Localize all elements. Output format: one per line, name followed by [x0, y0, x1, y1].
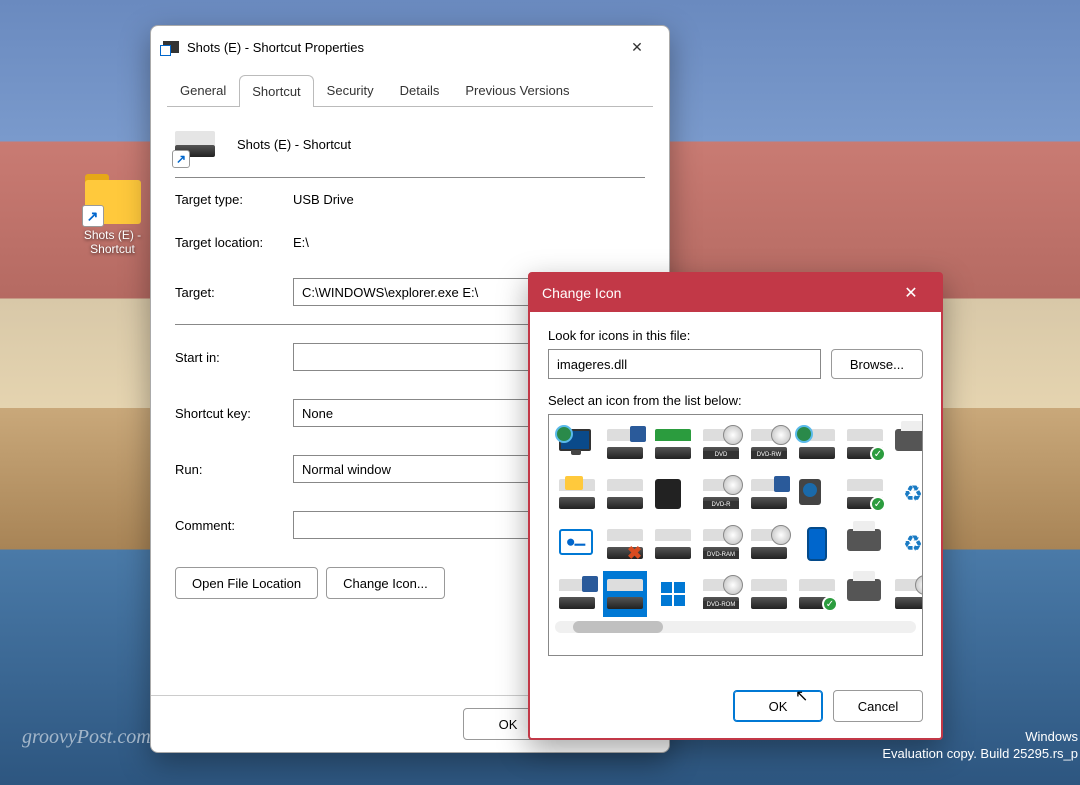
icon-drive-save[interactable]: [747, 471, 791, 517]
shortcut-name: Shots (E) - Shortcut: [237, 137, 351, 152]
icon-dvdrom-drive[interactable]: DVD-ROM: [699, 571, 743, 617]
icon-optical-drive[interactable]: [747, 521, 791, 567]
icon-dvdrw-drive[interactable]: DVD-RW: [747, 421, 791, 467]
icon-list[interactable]: DVD DVD-RW ✓ DVD-R ✓ ♻ ⬤▂▂ ✖ DVD-RAM: [548, 414, 923, 656]
icon-windows-logo[interactable]: [651, 571, 695, 617]
change-icon-close-button[interactable]: ✕: [893, 279, 929, 307]
icon-drive-ok[interactable]: ✓: [843, 421, 887, 467]
icon-drive-selected[interactable]: [603, 571, 647, 617]
icon-file-input[interactable]: [548, 349, 821, 379]
tab-bar: General Shortcut Security Details Previo…: [151, 68, 669, 106]
folder-icon: ↗: [85, 180, 141, 224]
label-comment: Comment:: [175, 518, 285, 533]
shortcut-drive-icon: ↗: [175, 123, 217, 165]
change-icon-cancel-button[interactable]: Cancel: [833, 690, 923, 722]
label-run: Run:: [175, 462, 285, 477]
tab-details[interactable]: Details: [387, 74, 453, 106]
icon-dvdram-drive[interactable]: DVD-RAM: [699, 521, 743, 567]
label-target: Target:: [175, 285, 285, 300]
label-target-type: Target type:: [175, 192, 285, 207]
change-icon-dialog: Change Icon ✕ Look for icons in this fil…: [528, 272, 943, 740]
change-icon-titlebar[interactable]: Change Icon ✕: [530, 274, 941, 312]
icon-dvd-disc[interactable]: [891, 571, 923, 617]
properties-title: Shots (E) - Shortcut Properties: [187, 40, 609, 55]
icon-phone[interactable]: [795, 521, 839, 567]
icon-drive-save-2[interactable]: [555, 571, 599, 617]
tab-previous-versions[interactable]: Previous Versions: [452, 74, 582, 106]
look-for-icons-label: Look for icons in this file:: [548, 328, 923, 343]
icon-drive-remove[interactable]: ✖: [603, 521, 647, 567]
value-target-type: USB Drive: [293, 192, 354, 207]
icon-camera[interactable]: [795, 471, 839, 517]
open-file-location-button[interactable]: Open File Location: [175, 567, 318, 599]
watermark-groovypost: groovyPost.com: [22, 726, 151, 749]
icon-drive-3[interactable]: [651, 521, 695, 567]
icon-list-scrollbar[interactable]: [555, 621, 916, 633]
icon-drive-ok-2[interactable]: ✓: [843, 471, 887, 517]
tab-security[interactable]: Security: [314, 74, 387, 106]
icon-printer[interactable]: [891, 421, 923, 467]
drive-shortcut-icon: [163, 41, 179, 53]
icon-network-monitor[interactable]: [555, 421, 599, 467]
icon-drive-folder[interactable]: [555, 471, 599, 517]
icon-chip[interactable]: [651, 471, 695, 517]
icon-control-panel[interactable]: ⬤▂▂: [555, 521, 599, 567]
change-icon-title: Change Icon: [542, 285, 893, 301]
desktop-shortcut-icon[interactable]: ↗ Shots (E) - Shortcut: [70, 180, 155, 257]
value-target-location: E:\: [293, 235, 309, 250]
icon-network-drive[interactable]: [795, 421, 839, 467]
watermark-windows-build: Windows Evaluation copy. Build 25295.rs_…: [882, 729, 1078, 763]
properties-titlebar[interactable]: Shots (E) - Shortcut Properties ✕: [151, 26, 669, 68]
icon-recycle[interactable]: ♻: [891, 471, 923, 517]
close-button[interactable]: ✕: [617, 34, 657, 60]
icon-printer-2[interactable]: [843, 521, 887, 567]
icon-drive-add[interactable]: [603, 421, 647, 467]
icon-drive[interactable]: [603, 471, 647, 517]
browse-button[interactable]: Browse...: [831, 349, 923, 379]
shortcut-arrow-icon: ↗: [82, 205, 104, 227]
label-shortcut-key: Shortcut key:: [175, 406, 285, 421]
icon-drive-ok-3[interactable]: ✓: [795, 571, 839, 617]
icon-dvd-drive[interactable]: DVD: [699, 421, 743, 467]
shortcut-arrow-icon: ↗: [172, 150, 190, 168]
tab-general[interactable]: General: [167, 74, 239, 106]
change-icon-ok-button[interactable]: OK: [733, 690, 823, 722]
icon-drive-green[interactable]: [651, 421, 695, 467]
select-icon-label: Select an icon from the list below:: [548, 393, 923, 408]
tab-shortcut[interactable]: Shortcut: [239, 75, 313, 107]
icon-drive-4[interactable]: [747, 571, 791, 617]
icon-recycle-2[interactable]: ♻: [891, 521, 923, 567]
icon-dvdr-drive[interactable]: DVD-R: [699, 471, 743, 517]
desktop-icon-label: Shots (E) - Shortcut: [70, 228, 155, 257]
icon-printer-3[interactable]: [843, 571, 887, 617]
label-start-in: Start in:: [175, 350, 285, 365]
change-icon-button[interactable]: Change Icon...: [326, 567, 445, 599]
label-target-location: Target location:: [175, 235, 285, 250]
